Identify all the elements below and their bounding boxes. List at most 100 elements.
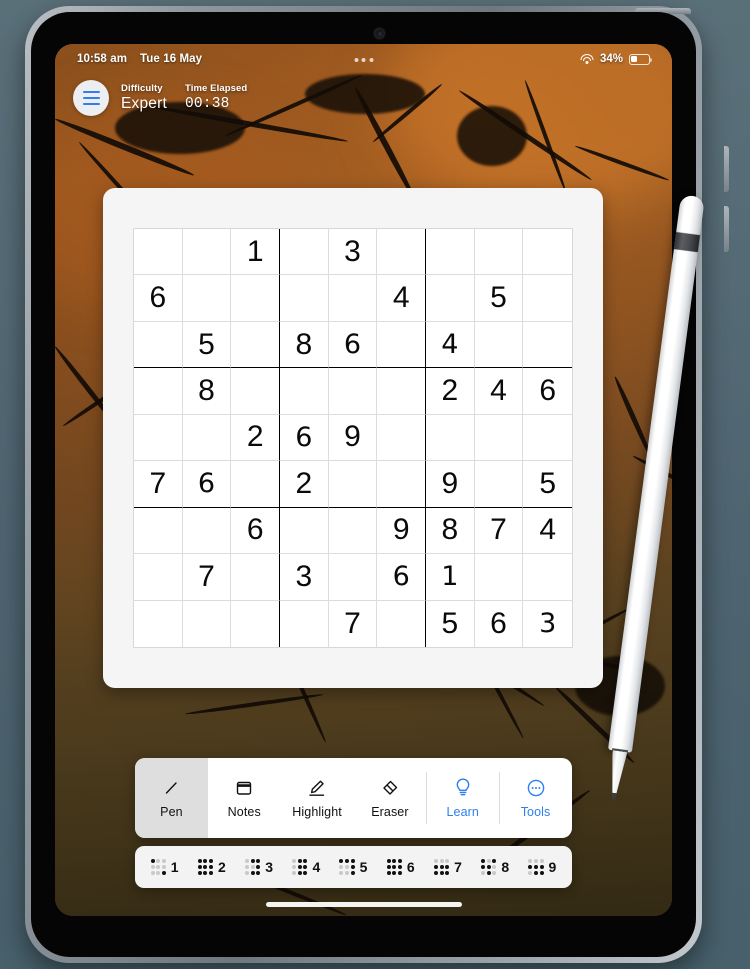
sudoku-cell-r9c8[interactable]: 6: [475, 600, 524, 647]
sudoku-cell-r4c1[interactable]: [134, 368, 183, 415]
sudoku-cell-r6c5[interactable]: [328, 461, 378, 508]
sudoku-cell-r7c5[interactable]: [328, 507, 378, 555]
sudoku-cell-r7c3[interactable]: 6: [231, 507, 280, 555]
tool-button-highlight[interactable]: Highlight: [281, 758, 354, 838]
tool-button-eraser[interactable]: Eraser: [353, 758, 426, 838]
sudoku-cell-r2c3[interactable]: [231, 275, 280, 322]
sudoku-cell-r4c5[interactable]: [328, 368, 378, 415]
number-key-8[interactable]: 8: [481, 859, 509, 875]
sudoku-cell-r4c8[interactable]: 4: [474, 368, 524, 415]
multitask-dots-icon[interactable]: [354, 58, 373, 62]
sudoku-cell-r2c9[interactable]: [523, 275, 572, 322]
sudoku-cell-r8c2[interactable]: 7: [182, 554, 232, 601]
sudoku-cell-r1c5[interactable]: 3: [328, 229, 378, 276]
sudoku-cell-r7c7[interactable]: 8: [426, 507, 475, 555]
sudoku-cell-r8c4[interactable]: 3: [280, 554, 329, 601]
sudoku-cell-r4c9[interactable]: 6: [523, 368, 572, 415]
home-indicator[interactable]: [265, 902, 462, 907]
hamburger-menu-icon[interactable]: [73, 80, 109, 116]
sudoku-cell-r6c4[interactable]: 2: [280, 461, 329, 508]
sudoku-cell-r3c6[interactable]: [377, 321, 426, 369]
volume-up-button[interactable]: [724, 146, 729, 192]
tool-button-pen[interactable]: Pen: [135, 758, 208, 838]
sudoku-cell-r1c7[interactable]: [426, 229, 475, 276]
sudoku-cell-r1c3[interactable]: 1: [231, 229, 280, 276]
sudoku-cell-r6c8[interactable]: [474, 461, 524, 508]
tool-button-notes[interactable]: Notes: [208, 758, 281, 838]
sudoku-cell-r6c3[interactable]: [231, 461, 280, 508]
sudoku-cell-r2c1[interactable]: 6: [134, 275, 183, 322]
sudoku-cell-r9c3[interactable]: [231, 600, 280, 647]
sudoku-cell-r3c8[interactable]: [474, 321, 524, 369]
number-key-1[interactable]: 1: [150, 859, 179, 875]
sudoku-cell-r7c6[interactable]: 9: [377, 507, 426, 555]
sudoku-cell-r1c4[interactable]: [280, 229, 329, 276]
sudoku-cell-r1c1[interactable]: [134, 229, 183, 276]
sudoku-cell-r3c1[interactable]: [134, 321, 183, 369]
sudoku-cell-r9c2[interactable]: [183, 600, 232, 647]
sudoku-cell-r6c9[interactable]: 5: [523, 461, 572, 508]
sudoku-cell-r6c2[interactable]: 6: [182, 461, 232, 508]
sudoku-cell-r9c1[interactable]: [134, 600, 183, 647]
number-key-6[interactable]: 6: [386, 859, 415, 875]
sudoku-cell-r3c9[interactable]: [523, 322, 572, 369]
number-key-7[interactable]: 7: [433, 859, 462, 875]
sudoku-cell-r8c6[interactable]: 6: [377, 554, 426, 601]
sudoku-cell-r5c8[interactable]: [474, 414, 524, 462]
sudoku-cell-r6c7[interactable]: 9: [426, 461, 475, 508]
sudoku-cell-r4c6[interactable]: [377, 368, 426, 415]
sudoku-cell-r9c9[interactable]: 3: [523, 601, 572, 647]
tool-button-tools[interactable]: Tools: [499, 758, 572, 838]
sudoku-cell-r8c5[interactable]: [328, 554, 378, 601]
sudoku-cell-r9c4[interactable]: [280, 600, 329, 647]
sudoku-cell-r7c1[interactable]: [134, 507, 183, 555]
sudoku-cell-r1c6[interactable]: [377, 229, 426, 276]
sudoku-cell-r3c2[interactable]: 5: [182, 321, 232, 369]
sudoku-cell-r5c2[interactable]: [182, 414, 232, 462]
sudoku-cell-r2c2[interactable]: [182, 275, 232, 322]
sudoku-cell-r1c9[interactable]: [523, 229, 572, 276]
sudoku-grid[interactable]: 1364558648246269762956987473617563: [133, 228, 573, 648]
sudoku-cell-r7c9[interactable]: 4: [523, 508, 572, 555]
sudoku-cell-r8c9[interactable]: [523, 554, 572, 601]
number-key-3[interactable]: 3: [245, 859, 273, 875]
sudoku-cell-r5c1[interactable]: [134, 414, 183, 462]
sudoku-cell-r4c7[interactable]: 2: [426, 368, 475, 415]
sudoku-cell-r4c2[interactable]: 8: [182, 368, 232, 415]
sudoku-cell-r2c7[interactable]: [426, 275, 475, 322]
sudoku-cell-r9c6[interactable]: [377, 600, 426, 647]
sudoku-cell-r8c8[interactable]: [474, 554, 524, 601]
volume-down-button[interactable]: [724, 206, 729, 252]
sudoku-cell-r5c6[interactable]: [377, 414, 426, 462]
number-key-9[interactable]: 9: [528, 859, 556, 875]
sudoku-cell-r9c7[interactable]: 5: [426, 600, 475, 647]
sudoku-cell-r5c7[interactable]: [426, 414, 475, 462]
sudoku-cell-r8c3[interactable]: [231, 554, 280, 601]
sudoku-cell-r8c7[interactable]: 1: [426, 554, 475, 601]
sudoku-cell-r5c5[interactable]: 9: [328, 414, 378, 462]
sudoku-cell-r6c1[interactable]: 7: [134, 461, 183, 508]
sudoku-cell-r2c8[interactable]: 5: [474, 275, 524, 322]
sudoku-cell-r4c3[interactable]: [231, 368, 280, 415]
sudoku-cell-r9c5[interactable]: 7: [329, 600, 378, 647]
sudoku-cell-r4c4[interactable]: [280, 368, 329, 415]
number-key-5[interactable]: 5: [339, 859, 367, 875]
tool-button-learn[interactable]: Learn: [426, 758, 499, 838]
sudoku-cell-r3c4[interactable]: 8: [280, 321, 329, 369]
sudoku-cell-r5c3[interactable]: 2: [231, 414, 280, 462]
sudoku-cell-r1c8[interactable]: [474, 229, 524, 276]
sudoku-cell-r1c2[interactable]: [182, 229, 232, 276]
sudoku-cell-r8c1[interactable]: [134, 554, 183, 601]
sudoku-cell-r3c7[interactable]: 4: [426, 321, 475, 369]
sudoku-cell-r7c4[interactable]: [280, 507, 329, 555]
sudoku-cell-r2c5[interactable]: [328, 275, 378, 322]
sudoku-cell-r6c6[interactable]: [377, 461, 426, 508]
number-key-2[interactable]: 2: [197, 859, 226, 875]
sudoku-cell-r7c2[interactable]: [182, 507, 232, 555]
sudoku-cell-r2c6[interactable]: 4: [377, 275, 426, 322]
sudoku-cell-r3c3[interactable]: [231, 321, 280, 369]
sudoku-cell-r3c5[interactable]: 6: [328, 321, 378, 369]
number-key-4[interactable]: 4: [292, 859, 320, 875]
sudoku-cell-r5c4[interactable]: 6: [280, 414, 329, 462]
sudoku-cell-r5c9[interactable]: [523, 415, 572, 462]
